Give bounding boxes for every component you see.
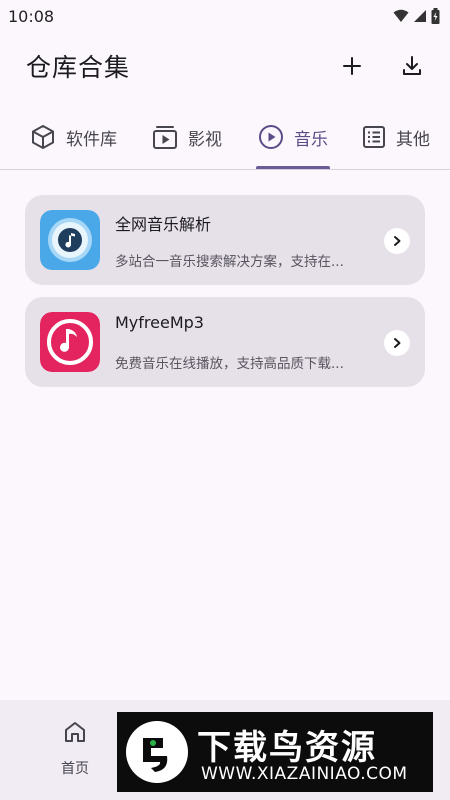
open-button[interactable] [384, 330, 410, 356]
item-title: 全网音乐解析 [115, 215, 212, 234]
download-icon [403, 56, 421, 75]
tab-bar: 软件库 影视 音乐 其他 [0, 104, 450, 170]
watermark-url: WWW.XIAZAINIAO.COM [201, 764, 408, 784]
tab-label: 音乐 [294, 129, 328, 150]
list-item[interactable]: MyfreeMp3 免费音乐在线播放，支持高品质下载... [25, 297, 425, 387]
item-description: 免费音乐在线播放，支持高品质下载... [115, 356, 344, 372]
home-icon [65, 722, 85, 742]
music-note-icon [40, 312, 100, 372]
open-button[interactable] [384, 228, 410, 254]
status-bar: 10:08 [0, 0, 450, 32]
battery-icon [431, 8, 440, 24]
tab-indicator [256, 166, 330, 169]
chevron-right-icon [394, 236, 401, 246]
status-time: 10:08 [8, 6, 55, 26]
list-item[interactable]: 全网音乐解析 多站合一音乐搜索解决方案，支持在... [25, 195, 425, 285]
wifi-icon [393, 9, 409, 22]
item-title: MyfreeMp3 [115, 313, 204, 332]
download-button[interactable] [396, 50, 428, 82]
tab-software[interactable]: 软件库 [30, 104, 117, 170]
add-icon [343, 57, 361, 75]
chevron-right-icon [394, 338, 401, 348]
watermark-title: 下载鸟资源 [197, 728, 377, 768]
list-icon [363, 126, 385, 148]
play-circle-icon [259, 125, 283, 149]
tab-label: 影视 [188, 129, 222, 150]
item-description: 多站合一音乐搜索解决方案，支持在... [115, 254, 344, 270]
nav-label: 首页 [61, 761, 89, 777]
add-button[interactable] [336, 50, 368, 82]
tab-label: 软件库 [66, 129, 117, 150]
tab-label: 其他 [396, 129, 430, 150]
nav-home[interactable]: 首页 [40, 720, 110, 790]
watermark-banner: 下载鸟资源 WWW.XIAZAINIAO.COM [117, 712, 433, 792]
app-actions [336, 50, 428, 82]
tab-music[interactable]: 音乐 [258, 104, 328, 170]
tab-other[interactable]: 其他 [362, 104, 430, 170]
tab-video[interactable]: 影视 [152, 104, 222, 170]
page-title: 仓库合集 [26, 53, 131, 82]
cube-icon [32, 125, 54, 149]
tv-icon [153, 126, 177, 149]
app-bar: 仓库合集 [0, 38, 450, 94]
signal-icon [414, 10, 426, 22]
status-icons [393, 8, 440, 24]
music-disc-icon [40, 210, 100, 270]
bird-logo-icon [126, 721, 188, 783]
